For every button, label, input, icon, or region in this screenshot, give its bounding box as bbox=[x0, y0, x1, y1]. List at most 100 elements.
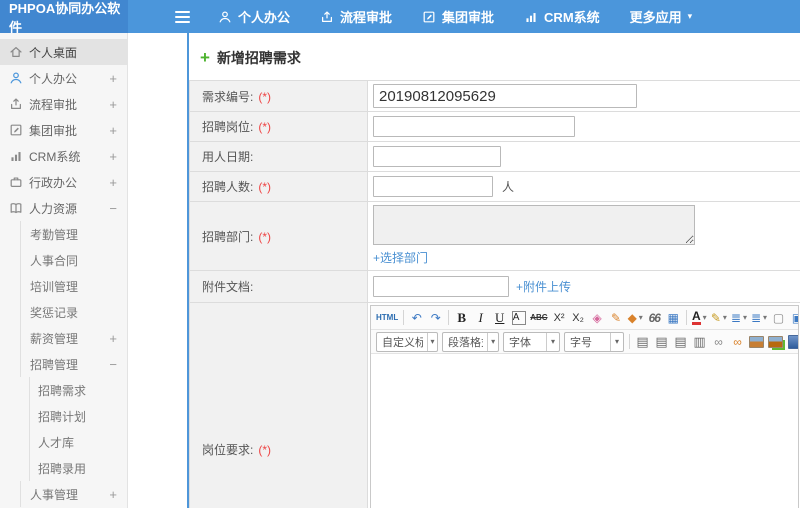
collapse-icon[interactable]: − bbox=[109, 201, 117, 216]
department-textarea[interactable] bbox=[373, 205, 695, 245]
menu-toggle-icon[interactable] bbox=[175, 8, 190, 26]
select-department-link[interactable]: +选择部门 bbox=[373, 251, 428, 265]
expand-icon[interactable]: + bbox=[109, 123, 117, 138]
blockquote-glyph: 66 bbox=[648, 310, 661, 325]
caret-down-icon: ▾ bbox=[687, 11, 693, 21]
align-center-icon[interactable]: ▤ bbox=[653, 332, 670, 351]
sidebar-item-label: 行政办公 bbox=[29, 175, 78, 190]
font-color-icon[interactable]: A ▾ bbox=[691, 308, 708, 327]
sidebar-item-recruit-requirement[interactable]: 招聘需求 bbox=[0, 377, 127, 403]
sidebar-item-hr-contract[interactable]: 人事合同 bbox=[0, 247, 127, 273]
toolbar-separator bbox=[448, 310, 450, 325]
insert-media-icon[interactable] bbox=[786, 332, 798, 351]
align-right-icon[interactable]: ▤ bbox=[672, 332, 689, 351]
topnav-personal-office[interactable]: 个人办公 bbox=[218, 7, 290, 26]
sidebar-item-recruit-plan[interactable]: 招聘计划 bbox=[0, 403, 127, 429]
sidebar-item-workflow-approval[interactable]: 流程审批 + bbox=[0, 91, 127, 117]
insert-image-icon[interactable] bbox=[748, 332, 765, 351]
topnav-label: CRM系统 bbox=[544, 10, 600, 25]
insert-table-icon[interactable]: ▦ bbox=[665, 308, 682, 327]
attachment-input[interactable] bbox=[373, 276, 509, 297]
superscript-icon[interactable]: X² bbox=[551, 308, 568, 327]
bold-icon[interactable]: B bbox=[453, 308, 470, 327]
collapse-icon[interactable]: − bbox=[109, 357, 117, 372]
sidebar-item-personal-office[interactable]: 个人办公 + bbox=[0, 65, 127, 91]
field-label-position: 招聘岗位: (*) bbox=[189, 111, 368, 142]
sidebar-item-label: 个人办公 bbox=[29, 71, 78, 86]
sidebar-item-personnel-mgmt[interactable]: 人事管理 + bbox=[0, 481, 127, 507]
highlight-pen-icon[interactable]: ✎ ▾ bbox=[710, 308, 728, 327]
position-input[interactable] bbox=[373, 116, 575, 137]
sidebar-item-personal-desktop[interactable]: 个人桌面 bbox=[0, 39, 127, 65]
redo-icon[interactable]: ↷ bbox=[427, 308, 444, 327]
editor-toolbar-row2: 自定义标题▾段落格式▾字体▾字号▾▤▤▤▥∞∞▦ bbox=[371, 330, 798, 354]
headcount-input[interactable] bbox=[373, 176, 493, 197]
undo-glyph: ↶ bbox=[411, 310, 422, 325]
caret-down-icon: ▾ bbox=[487, 332, 498, 351]
hire-date-input[interactable] bbox=[373, 146, 501, 167]
expand-icon[interactable]: + bbox=[109, 97, 117, 112]
italic-icon[interactable]: I bbox=[472, 308, 489, 327]
topnav-crm-system[interactable]: CRM系统 bbox=[524, 7, 600, 26]
caret-down-icon: ▾ bbox=[610, 332, 623, 351]
eraser-icon[interactable]: ◈ bbox=[589, 308, 606, 327]
font-family-select[interactable]: 字体 ▾ bbox=[503, 331, 560, 352]
undo-icon[interactable]: ↶ bbox=[408, 308, 425, 327]
sidebar-item-recruit-mgmt[interactable]: 招聘管理 − bbox=[0, 351, 127, 377]
align-left-icon[interactable]: ▤ bbox=[634, 332, 651, 351]
format-brush-icon[interactable]: ✎ bbox=[608, 308, 625, 327]
subscript-icon[interactable]: X₂ bbox=[570, 308, 587, 327]
html-source-icon[interactable]: HTML bbox=[375, 308, 399, 327]
sidebar-item-attendance-mgmt[interactable]: 考勤管理 bbox=[0, 221, 127, 247]
topnav-workflow-approval[interactable]: 流程审批 bbox=[320, 7, 392, 26]
topnav-more-apps[interactable]: 更多应用 ▾ bbox=[630, 7, 693, 26]
unlink-icon[interactable]: ∞ bbox=[729, 332, 746, 351]
sidebar-item-reward-punishment[interactable]: 奖惩记录 bbox=[0, 299, 127, 325]
heading-select[interactable]: 自定义标题 ▾ bbox=[376, 331, 438, 352]
content-panel: + 新增招聘需求 需求编号:(*) 招聘岗位:(*) bbox=[187, 33, 800, 508]
caret-down-icon: ▾ bbox=[638, 313, 643, 322]
unordered-list-icon[interactable]: ≣ ▾ bbox=[750, 308, 768, 327]
expand-icon[interactable]: + bbox=[109, 71, 117, 86]
font-size-select[interactable]: 字号 ▾ bbox=[564, 331, 624, 352]
expand-icon[interactable]: + bbox=[109, 331, 117, 346]
workflow-icon bbox=[320, 10, 334, 24]
sidebar-item-label: 招聘需求 bbox=[38, 383, 87, 398]
sidebar-item-human-resources[interactable]: 人力资源 − bbox=[0, 195, 127, 221]
sidebar-item-talent-pool[interactable]: 人才库 bbox=[0, 429, 127, 455]
link-icon[interactable]: ∞ bbox=[710, 332, 727, 351]
upload-image-icon[interactable] bbox=[767, 332, 784, 351]
expand-icon[interactable]: + bbox=[109, 487, 117, 502]
image-partial-icon[interactable]: ▣ bbox=[789, 308, 798, 327]
ordered-list-glyph: ≣ bbox=[730, 310, 741, 325]
blockquote-icon[interactable]: 66 bbox=[646, 308, 663, 327]
attachment-upload-link[interactable]: +附件上传 bbox=[516, 280, 571, 294]
sidebar-item-label: 招聘计划 bbox=[38, 409, 87, 424]
toolbar-separator bbox=[629, 334, 630, 349]
sidebar-item-salary-mgmt[interactable]: 薪资管理 + bbox=[0, 325, 127, 351]
editor-body[interactable] bbox=[371, 354, 798, 508]
ordered-list-icon[interactable]: ≣ ▾ bbox=[730, 308, 748, 327]
topnav-group-approval[interactable]: 集团审批 bbox=[422, 7, 494, 26]
sidebar-item-admin-office[interactable]: 行政办公 + bbox=[0, 169, 127, 195]
sidebar-item-label: 流程审批 bbox=[29, 97, 78, 112]
font-box-icon[interactable]: A bbox=[510, 308, 527, 327]
requirement-no-input[interactable] bbox=[373, 84, 637, 108]
strikethrough-icon[interactable]: ABC bbox=[529, 308, 548, 327]
align-justify-icon[interactable]: ▥ bbox=[691, 332, 708, 351]
underline-icon[interactable]: U bbox=[491, 308, 508, 327]
new-page-icon[interactable]: ▢ bbox=[770, 308, 787, 327]
expand-icon[interactable]: + bbox=[109, 149, 117, 164]
sidebar-item-training-mgmt[interactable]: 培训管理 bbox=[0, 273, 127, 299]
quick-format-icon[interactable]: ◆ ▾ bbox=[627, 308, 644, 327]
sidebar-item-recruit-hiring[interactable]: 招聘录用 bbox=[0, 455, 127, 481]
align-justify-glyph: ▥ bbox=[693, 333, 706, 349]
expand-icon[interactable]: + bbox=[109, 175, 117, 190]
link-glyph: ∞ bbox=[714, 334, 723, 349]
font-size-select-value: 字号 bbox=[570, 336, 592, 349]
sidebar-item-label: CRM系统 bbox=[29, 149, 81, 164]
sidebar-item-label: 人力资源 bbox=[29, 201, 78, 216]
paragraph-select[interactable]: 段落格式 ▾ bbox=[442, 331, 499, 352]
sidebar-item-crm-system[interactable]: CRM系统 + bbox=[0, 143, 127, 169]
sidebar-item-group-approval[interactable]: 集团审批 + bbox=[0, 117, 127, 143]
